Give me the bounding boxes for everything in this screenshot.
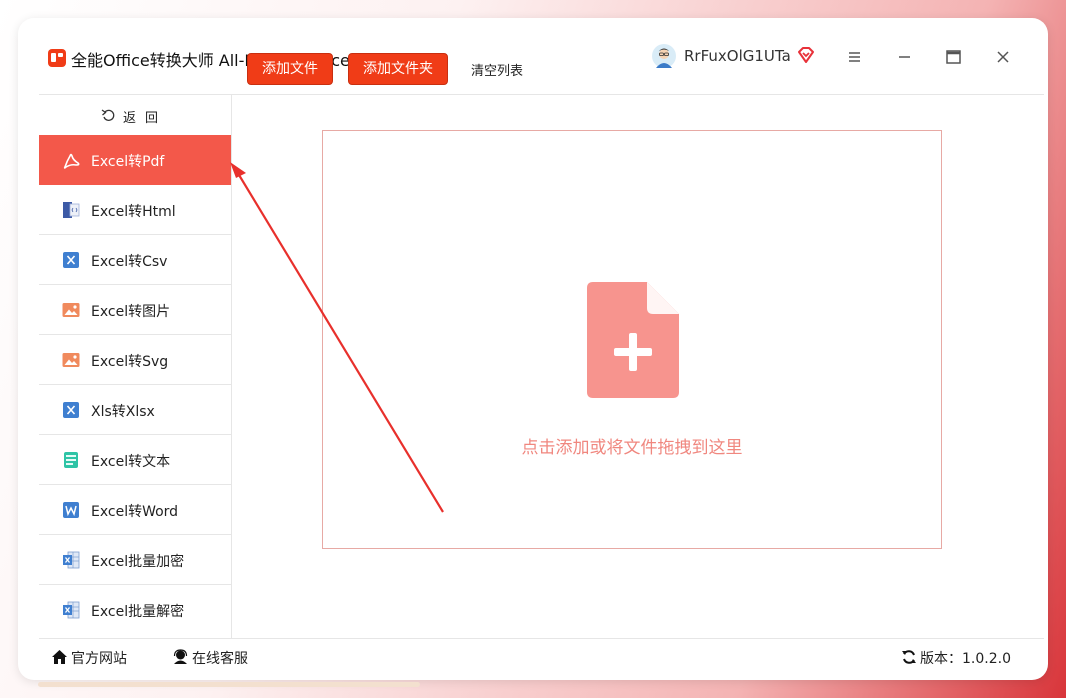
- add-folder-button[interactable]: 添加文件夹: [348, 53, 448, 85]
- sidebar-item-label: Excel转Word: [91, 504, 179, 520]
- website-label: 官方网站: [71, 651, 127, 667]
- taskbar-strip: [38, 682, 420, 687]
- drop-hint: 点击添加或将文件拖拽到这里: [521, 438, 743, 458]
- avatar[interactable]: [652, 44, 676, 68]
- close-icon[interactable]: [990, 44, 1016, 70]
- app-logo-icon: [48, 49, 66, 67]
- file-drop-zone[interactable]: 点击添加或将文件拖拽到这里: [322, 130, 942, 549]
- vip-diamond-icon[interactable]: [796, 45, 816, 65]
- sidebar-item-excel-batch-decrypt[interactable]: Excel批量解密: [39, 585, 231, 634]
- sidebar-item-excel-to-word[interactable]: Excel转Word: [39, 485, 231, 535]
- sidebar-item-label: Excel转Csv: [91, 254, 168, 270]
- sidebar-item-label: Excel转Pdf: [91, 154, 165, 170]
- back-button[interactable]: 返回: [39, 95, 231, 135]
- image-icon: [62, 303, 80, 317]
- sidebar-item-excel-to-image[interactable]: Excel转图片: [39, 285, 231, 335]
- excel-sheet-icon: [63, 551, 80, 569]
- username[interactable]: RrFuxOlG1UTa: [684, 47, 791, 65]
- headset-icon: [173, 649, 188, 664]
- sidebar-item-excel-to-text[interactable]: Excel转文本: [39, 435, 231, 485]
- sidebar-item-xls-to-xlsx[interactable]: Xls转Xlsx: [39, 385, 231, 435]
- add-file-icon: [587, 282, 679, 398]
- sidebar-item-label: Excel批量解密: [91, 604, 185, 620]
- html-icon: [63, 202, 80, 218]
- sidebar-item-excel-to-html[interactable]: Excel转Html: [39, 185, 231, 235]
- pdf-icon: [63, 153, 80, 169]
- sidebar-item-excel-to-svg[interactable]: Excel转Svg: [39, 335, 231, 385]
- excel-sheet-icon: [63, 601, 80, 619]
- version-label: 版本：1.0.2.0: [920, 651, 1011, 667]
- app-content: 全能Office转换大师 All-In-One Office Master Rr…: [39, 38, 1044, 667]
- text-doc-icon: [64, 452, 78, 468]
- sidebar-item-label: Excel转Svg: [91, 354, 169, 370]
- add-file-button[interactable]: 添加文件: [247, 53, 333, 85]
- app-window: 全能Office转换大师 All-In-One Office Master Rr…: [18, 18, 1048, 680]
- sidebar-item-label: Excel转图片: [91, 304, 171, 320]
- sidebar-item-label: Excel转文本: [91, 454, 171, 470]
- sidebar-item-excel-to-pdf[interactable]: Excel转Pdf: [39, 135, 231, 185]
- refresh-icon[interactable]: [901, 649, 917, 665]
- menu-icon[interactable]: [841, 44, 867, 70]
- online-support-link[interactable]: 在线客服: [172, 648, 248, 668]
- back-arrow-icon: [101, 109, 115, 121]
- minimize-icon[interactable]: [891, 44, 917, 70]
- sidebar-item-excel-batch-encrypt[interactable]: Excel批量加密: [39, 535, 231, 585]
- back-label: 返回: [123, 111, 168, 126]
- sidebar: 返回 Excel转Pdf Excel转Html Excel转Csv Excel转…: [39, 95, 232, 638]
- word-icon: [63, 502, 79, 518]
- official-website-link[interactable]: 官方网站: [51, 648, 127, 668]
- sidebar-item-label: Excel转Html: [91, 204, 176, 220]
- title-bar: 全能Office转换大师 All-In-One Office Master Rr…: [39, 38, 1044, 94]
- image-icon: [62, 353, 80, 367]
- support-label: 在线客服: [192, 651, 248, 667]
- version-info: 版本：1.0.2.0: [901, 648, 1011, 668]
- home-icon: [52, 650, 67, 664]
- sidebar-item-label: Xls转Xlsx: [91, 404, 155, 420]
- clear-list-button[interactable]: 清空列表: [471, 60, 523, 79]
- maximize-icon[interactable]: [940, 44, 966, 70]
- excel-x-icon: [63, 252, 79, 268]
- sidebar-item-excel-to-csv[interactable]: Excel转Csv: [39, 235, 231, 285]
- sidebar-item-label: Excel批量加密: [91, 554, 185, 570]
- excel-x-icon: [63, 402, 79, 418]
- footer-divider: [39, 638, 1044, 639]
